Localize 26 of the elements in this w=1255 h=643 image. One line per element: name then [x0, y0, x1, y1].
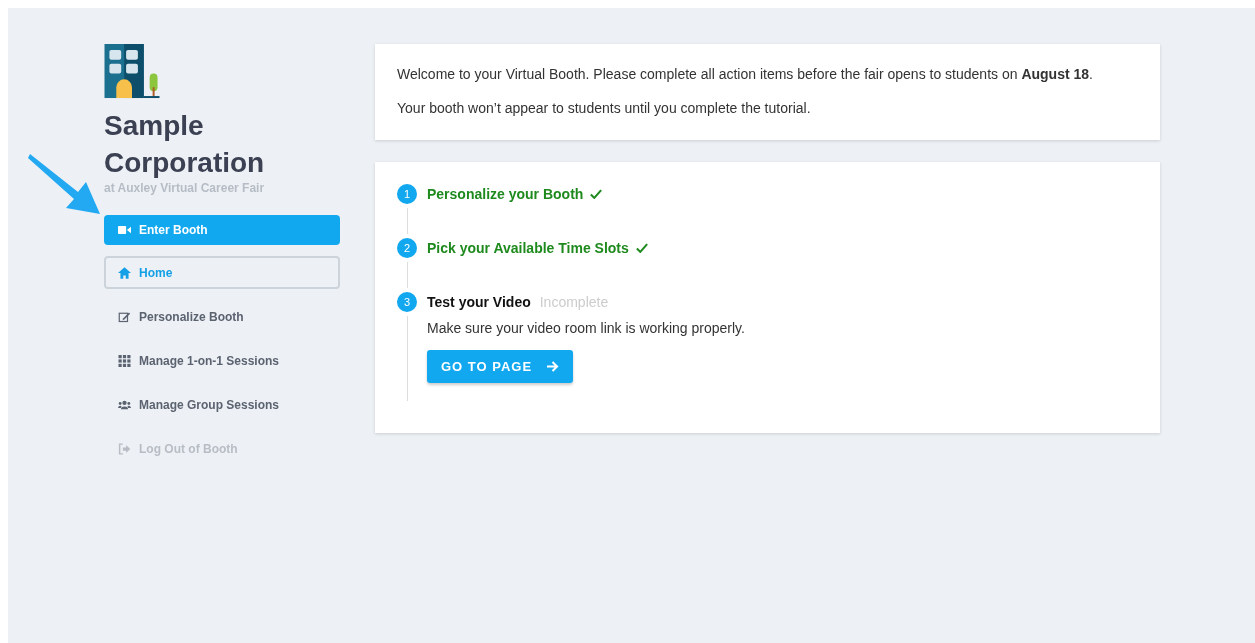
step-description: Make sure your video room link is working properly. [427, 320, 745, 336]
video-camera-icon [118, 224, 131, 236]
step-number: 2 [397, 238, 417, 258]
nav-item[interactable]: Personalize Booth [104, 300, 340, 333]
step-title: Personalize your Booth [427, 186, 584, 202]
nav-item[interactable]: Manage Group Sessions [104, 388, 340, 421]
welcome-text: Welcome to your Virtual Booth. Please complete all action items before the fair opens to students on August 18. [397, 66, 1094, 82]
check-icon [635, 243, 648, 253]
nav-item[interactable]: Enter Booth [104, 215, 340, 245]
step-title: Test your Video [427, 294, 531, 310]
check-icon [590, 189, 603, 199]
step-number: 3 [397, 292, 417, 312]
home-icon [118, 266, 131, 279]
company-name: Sample Corporation [104, 109, 266, 180]
go-to-page-button[interactable]: GO TO PAGE [427, 350, 574, 383]
edit-icon [118, 310, 131, 323]
building-logo-icon [104, 44, 160, 99]
nav-item[interactable]: Home [104, 256, 340, 289]
welcome-text: Your booth won’t appear to students until you complete the tutorial. [397, 100, 812, 116]
grid-icon [118, 354, 131, 367]
nav-item[interactable]: Manage 1-on-1 Sessions [104, 344, 340, 377]
step-number: 1 [397, 184, 417, 204]
step-title: Pick your Available Time Slots [427, 240, 629, 256]
logout-icon [118, 442, 131, 455]
users-icon [118, 398, 131, 411]
arrow-right-icon [546, 361, 560, 372]
